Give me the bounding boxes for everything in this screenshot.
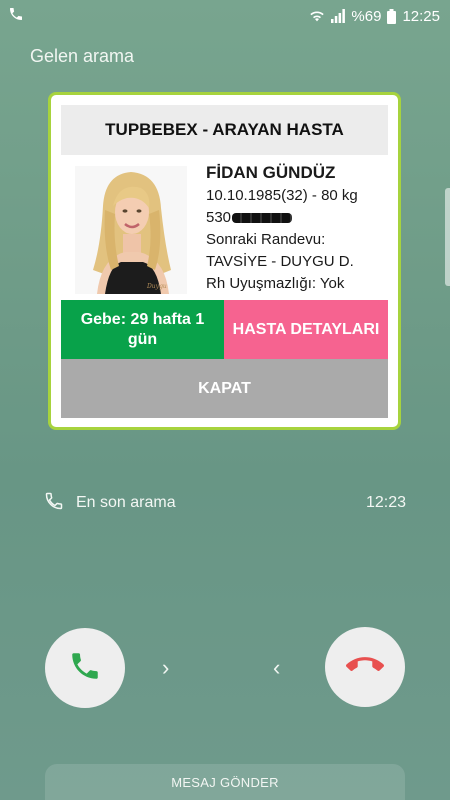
patient-name: FİDAN GÜNDÜZ	[206, 163, 336, 182]
status-right: %69 12:25	[309, 8, 440, 25]
send-message-button[interactable]: MESAJ GÖNDER	[45, 764, 405, 800]
signal-icon	[331, 9, 346, 23]
patient-dob-age-weight: 10.10.1985(32) - 80 kg	[206, 187, 358, 204]
last-call-time: 12:23	[365, 494, 406, 511]
card-header: TUPBEBEX - ARAYAN HASTA	[61, 105, 388, 155]
status-bar: %69 12:25	[0, 0, 450, 32]
battery-icon	[387, 8, 397, 24]
decline-call-button[interactable]	[325, 627, 405, 707]
last-call-row: En son arama 12:23	[44, 490, 406, 516]
close-button[interactable]: KAPAT	[61, 359, 388, 418]
patient-details-button[interactable]: HASTA DETAYLARI	[224, 300, 388, 359]
clock: 12:25	[402, 7, 440, 25]
phone-outline-icon	[44, 491, 64, 516]
next-appointment-value: TAVSİYE - DUYGU D.	[206, 253, 354, 270]
edge-panel-handle[interactable]	[445, 188, 450, 286]
phone-answer-icon	[68, 649, 102, 688]
caller-card: TUPBEBEX - ARAYAN HASTA Duygu FİDAN GÜND…	[48, 92, 401, 430]
battery-percent: %69	[351, 7, 382, 25]
chevron-left-icon: ‹	[273, 655, 281, 680]
next-appointment-label: Sonraki Randevu:	[206, 231, 326, 248]
masked-phone-redaction	[232, 213, 293, 224]
pregnancy-week-badge: Gebe: 29 hafta 1 gün	[61, 300, 224, 359]
chevron-right-icon: ›	[162, 655, 170, 680]
wifi-icon	[309, 9, 325, 23]
answer-call-button[interactable]	[45, 628, 125, 708]
last-call-label: En son arama	[76, 494, 176, 511]
patient-phone-prefix: 530	[206, 209, 232, 226]
svg-text:Duygu: Duygu	[146, 283, 167, 290]
action-row: Gebe: 29 hafta 1 gün HASTA DETAYLARI	[61, 300, 388, 359]
patient-phone: 530	[206, 207, 358, 229]
incoming-call-title: Gelen arama	[30, 46, 135, 66]
call-status-icon	[8, 6, 24, 26]
patient-info: FİDAN GÜNDÜZ 10.10.1985(32) - 80 kg 530 …	[206, 161, 358, 295]
rh-incompatibility: Rh Uyuşmazlığı: Yok	[206, 275, 345, 292]
patient-photo: Duygu	[75, 166, 187, 294]
phone-hangup-icon	[346, 646, 384, 689]
